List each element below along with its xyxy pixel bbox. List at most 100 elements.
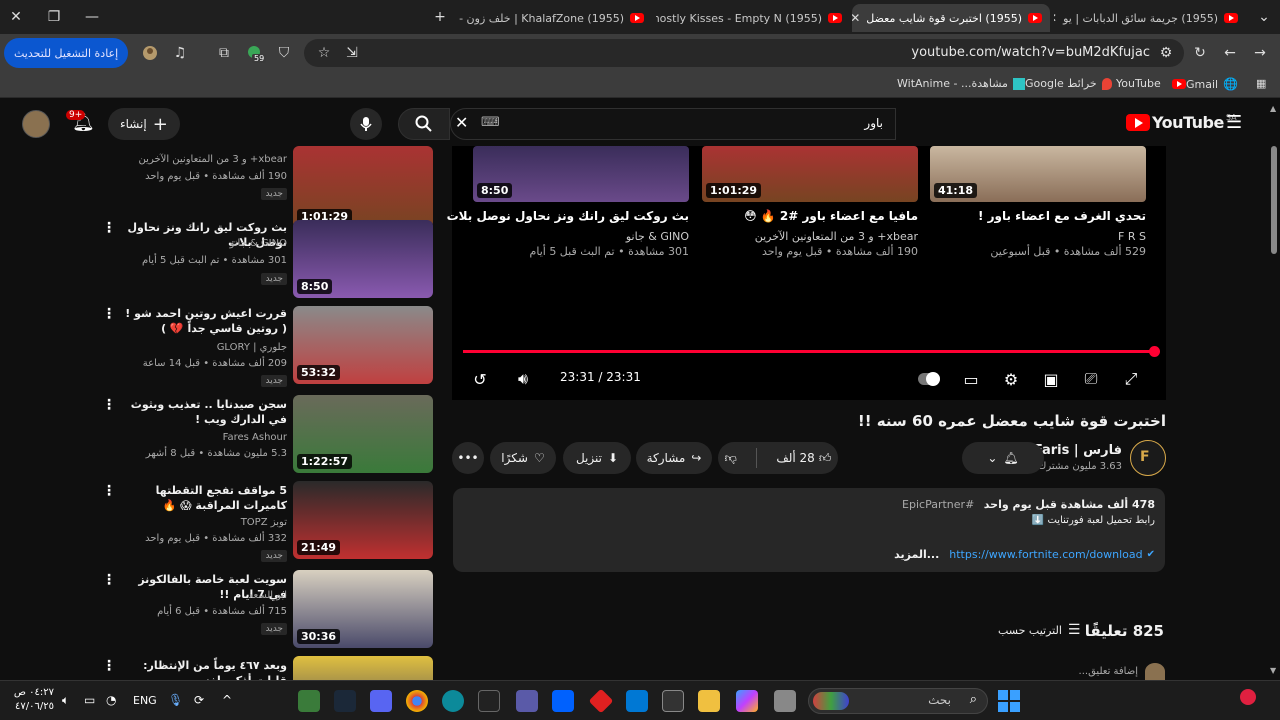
relaunch-to-update-button[interactable]: إعادة التشغيل للتحديث [4, 38, 129, 68]
subscribed-button[interactable]: 🔔︎ ⌄ [962, 442, 1044, 474]
browser-tab[interactable]: (1955) جريمة سائق الدبابات | يو ✕ [1054, 4, 1246, 32]
install-app-icon[interactable]: ⇲ [342, 43, 362, 63]
steam-icon[interactable] [334, 690, 356, 712]
page-scrollbar[interactable]: ▲ ▼ [1268, 98, 1280, 680]
red-diamond-app-icon[interactable] [588, 688, 614, 714]
reload-icon[interactable]: ↻ [1190, 43, 1210, 63]
add-comment-input[interactable]: إضافة تعليق... [1079, 666, 1138, 677]
browser-tab-active[interactable]: (1955) اختبرت قوة شايب معضل ✕ [852, 4, 1050, 32]
close-tab-icon[interactable]: ✕ [1054, 11, 1057, 25]
dislike-button[interactable]: 👎︎ [725, 451, 737, 466]
wifi-icon[interactable]: ◔ [106, 693, 116, 707]
hamburger-menu-icon[interactable]: ☰ [1226, 112, 1242, 133]
progress-bar[interactable] [463, 350, 1155, 353]
endcard-title[interactable]: بث روكت ليق رانك ونز نحاول نوصل بلات [447, 209, 689, 223]
channel-avatar[interactable]: F [1130, 440, 1166, 476]
list-item[interactable]: 1:22:57 سجن صيدنايا .. تعذيب وبثوث في ال… [0, 395, 440, 481]
video-title[interactable]: 5 مواقف تفجع التقطتها كاميرات المراقبة 😱… [117, 483, 287, 513]
close-window-button[interactable]: ✕ [4, 6, 28, 28]
video-thumbnail[interactable]: 21:49 [293, 481, 433, 559]
extension-badge-icon[interactable]: 59 [244, 43, 267, 63]
sort-by-button[interactable]: ☰ الترتيب حسب [998, 622, 1080, 638]
site-settings-icon[interactable]: ⚙ [1156, 43, 1176, 63]
keyboard-icon[interactable]: ⌨ [481, 115, 500, 130]
scroll-up-arrow-icon[interactable]: ▲ [1270, 104, 1276, 113]
teams-icon[interactable] [516, 690, 538, 712]
endcard-thumbnail[interactable]: 41:18 [930, 146, 1146, 202]
video-player[interactable]: 8:50 1:01:29 41:18 بث روكت ليق رانك ونز … [447, 146, 1166, 400]
media-controls-icon[interactable]: ♫ [170, 43, 190, 63]
extensions-icon[interactable]: ⧉ [214, 43, 234, 63]
cast-icon[interactable]: ⎚ [1080, 368, 1102, 390]
list-item[interactable]: 1:01:29 xbear+ و 3 من المتعاونين الآخرين… [0, 132, 440, 228]
video-thumbnail[interactable]: 8:50 [293, 220, 433, 298]
windows-start-icon[interactable] [998, 690, 1020, 712]
endcard-title[interactable]: مافيا مع اعضاء باور #2 🔥 😳 [744, 209, 918, 223]
display-icon[interactable]: ▭ [84, 693, 95, 707]
hashtag-link[interactable]: #EpicPartner [902, 498, 974, 511]
download-button[interactable]: ⬇ تنزيل [563, 442, 631, 474]
clock-time[interactable]: ٠٤:٢٧ ص [6, 686, 54, 700]
forward-arrow-icon[interactable]: ← [1220, 43, 1240, 63]
video-title[interactable]: وبعد ٤٦٧ يوماً من الإنتظار: قابلت أذكى ل… [117, 658, 287, 680]
miniplayer-icon[interactable]: ▣ [1040, 368, 1062, 390]
bookmark-gmail[interactable]: 🌐 Gmail [1186, 77, 1238, 91]
video-title[interactable]: سجن صيدنايا .. تعذيب وبثوث في الدارك ويب… [117, 397, 287, 427]
list-item[interactable]: 8:50 بث روكت ليق رانك ونز نحاول نوصل بلا… [0, 218, 440, 304]
browser-tab[interactable]: (1955) KhalafZone | خلف زون - ✕ [458, 4, 652, 32]
scroll-down-arrow-icon[interactable]: ▼ [1270, 666, 1276, 675]
file-explorer-icon[interactable] [698, 690, 720, 712]
clear-search-icon[interactable]: ✕ [455, 113, 468, 132]
list-item[interactable]: 53:32 قررت اعيش روتين احمد شو ! ( روتين … [0, 304, 440, 390]
settings-gear-icon[interactable]: ⚙ [1000, 368, 1022, 390]
share-button[interactable]: ↪ مشاركة [636, 442, 712, 474]
video-thumbnail[interactable] [293, 656, 433, 680]
fullscreen-icon[interactable]: ⤢ [1120, 368, 1142, 390]
epic-games-icon[interactable] [478, 690, 500, 712]
fortnite-link[interactable]: https://www.fortnite.com/download [949, 548, 1142, 561]
replay-icon[interactable]: ↺ [469, 368, 491, 390]
clock-date[interactable]: ٤٧/٠٦/٢٥ [6, 700, 54, 714]
tab-search-icon[interactable]: ⌄ [1252, 6, 1276, 28]
xbox-icon[interactable] [298, 690, 320, 712]
progress-scrubber[interactable] [1149, 346, 1160, 357]
bookmark-google-maps[interactable]: خرائط Google [1025, 77, 1112, 90]
endcard-title[interactable]: تحدي الغرف مع اعضاء باور ! [978, 209, 1146, 223]
window-app-icon[interactable] [774, 690, 796, 712]
subtitles-icon[interactable]: ▭ [960, 368, 982, 390]
video-thumbnail[interactable]: 53:32 [293, 306, 433, 384]
scrollbar-thumb[interactable] [1271, 146, 1277, 254]
more-vert-icon[interactable]: ⋮ [102, 397, 116, 413]
search-input[interactable]: ✕ ⌨ باور [450, 108, 896, 140]
list-item[interactable]: وبعد ٤٦٧ يوماً من الإنتظار: قابلت أذكى ل… [0, 656, 440, 680]
thanks-button[interactable]: ♡ شكرًا [490, 442, 556, 474]
description-box[interactable]: 478 ألف مشاهدة قبل يوم واحد #EpicPartner… [453, 488, 1165, 572]
sync-icon[interactable]: ⟳ [194, 693, 204, 707]
edge-icon[interactable] [442, 690, 464, 712]
volume-icon[interactable]: 🔊︎ [512, 368, 534, 390]
endcard-thumbnail[interactable]: 1:01:29 [702, 146, 918, 202]
more-actions-button[interactable]: ••• [452, 442, 484, 474]
bookmark-witanime[interactable]: مشاهدة... - WitAnime [897, 77, 1025, 90]
microphone-tray-icon[interactable]: 🎙︎ [168, 693, 183, 707]
more-vert-icon[interactable]: ⋮ [102, 572, 116, 588]
video-title[interactable]: قررت اعيش روتين احمد شو ! ( روتين قاسي ج… [117, 306, 287, 336]
shield-icon[interactable]: ⛉ [274, 43, 294, 63]
browser-tab[interactable]: (1955) Ghostly Kisses - Empty N [656, 4, 850, 32]
bookmark-youtube[interactable]: YouTube [1116, 77, 1186, 90]
video-thumbnail[interactable]: 30:36 [293, 570, 433, 648]
bookmark-star-icon[interactable]: ☆ [314, 43, 334, 63]
more-vert-icon[interactable]: ⋮ [102, 306, 116, 322]
autoplay-toggle[interactable] [918, 368, 940, 390]
like-button[interactable]: 👍︎ 28 ألف [776, 451, 831, 466]
mail-icon[interactable] [626, 690, 648, 712]
endcard-thumbnail[interactable]: 8:50 [473, 146, 689, 202]
notification-center-icon[interactable] [1240, 689, 1256, 705]
profile-avatar-icon[interactable] [140, 43, 160, 63]
url-text[interactable]: youtube.com/watch?v=buM2dKfujac [911, 45, 1150, 60]
discord-icon[interactable] [370, 690, 392, 712]
input-language[interactable]: ENG [133, 694, 157, 707]
restore-window-button[interactable]: ❐ [42, 6, 66, 28]
new-tab-button[interactable]: + [428, 6, 452, 28]
more-vert-icon[interactable]: ⋮ [102, 220, 116, 236]
